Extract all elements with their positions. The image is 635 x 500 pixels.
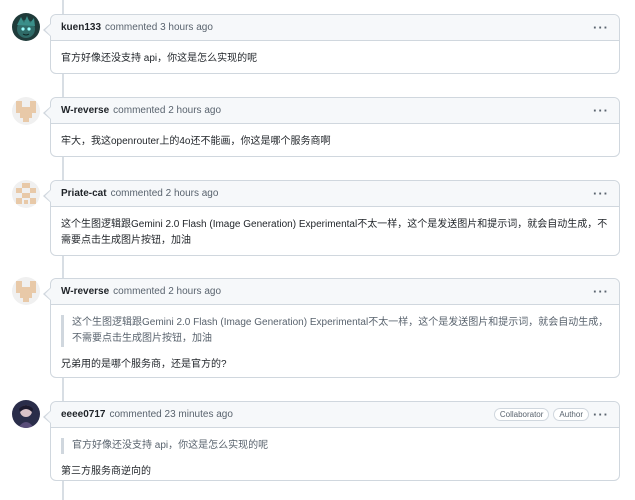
comment-text: 兄弟用的是哪个服务商，还是官方的? — [61, 359, 227, 370]
more-options-icon[interactable]: ··· — [593, 408, 609, 421]
comment-timestamp[interactable]: 2 hours ago — [168, 105, 221, 116]
comment-timestamp[interactable]: 23 minutes ago — [165, 409, 233, 420]
comment-header: kuen133 commented 3 hours ago ··· — [43, 15, 619, 41]
comment: kuen133 commented 3 hours ago ··· 官方好像还没… — [43, 14, 620, 74]
comment-meta: commented 23 minutes ago — [110, 409, 233, 420]
comment-verb: commented — [110, 188, 163, 199]
comment-author[interactable]: W-reverse — [61, 105, 109, 116]
comment-verb: commented — [113, 105, 166, 116]
comment-quote: 这个生图逻辑跟Gemini 2.0 Flash (Image Generatio… — [61, 315, 609, 347]
comment-author[interactable]: W-reverse — [61, 286, 109, 297]
comment: W-reverse commented 2 hours ago ··· 牢大，我… — [43, 97, 620, 157]
avatar[interactable] — [12, 400, 40, 428]
comment: W-reverse commented 2 hours ago ··· 这个生图… — [43, 278, 620, 378]
more-options-icon[interactable]: ··· — [593, 187, 609, 200]
comment-header: eeee0717 commented 23 minutes ago Collab… — [43, 402, 619, 428]
more-options-icon[interactable]: ··· — [593, 21, 609, 34]
comment-body: 这个生图逻辑跟Gemini 2.0 Flash (Image Generatio… — [51, 207, 619, 261]
collaborator-badge: Collaborator — [493, 408, 550, 421]
comment-verb: commented — [113, 286, 166, 297]
comment-header: W-reverse commented 2 hours ago ··· — [43, 279, 619, 305]
comment-header: W-reverse commented 2 hours ago ··· — [43, 98, 619, 124]
comment-body: 官方好像还没支持 api，你这是怎么实现的呢 第三方服务商逆向的 — [51, 428, 619, 492]
avatar[interactable] — [12, 277, 40, 305]
more-options-icon[interactable]: ··· — [593, 285, 609, 298]
identicon-image — [12, 97, 40, 125]
comment-timestamp[interactable]: 2 hours ago — [166, 188, 219, 199]
comment-header: Priate-cat commented 2 hours ago ··· — [43, 181, 619, 207]
comment-verb: commented — [109, 409, 162, 420]
comment-body: 官方好像还没支持 api，你这是怎么实现的呢 — [51, 41, 619, 79]
comment-author[interactable]: Priate-cat — [61, 188, 107, 199]
identicon-image — [12, 180, 40, 208]
comment-timestamp[interactable]: 2 hours ago — [168, 286, 221, 297]
comment-text: 牢大，我这openrouter上的4o还不能画，你这是哪个服务商啊 — [61, 136, 331, 147]
comment-text: 第三方服务商逆向的 — [61, 466, 151, 477]
comment-meta: commented 2 hours ago — [111, 188, 219, 199]
comment: Priate-cat commented 2 hours ago ··· 这个生… — [43, 180, 620, 256]
comment-body: 牢大，我这openrouter上的4o还不能画，你这是哪个服务商啊 — [51, 124, 619, 162]
comment-verb: commented — [105, 22, 158, 33]
comment-author[interactable]: eeee0717 — [61, 409, 106, 420]
comment: eeee0717 commented 23 minutes ago Collab… — [43, 401, 620, 481]
comment-body: 这个生图逻辑跟Gemini 2.0 Flash (Image Generatio… — [51, 305, 619, 385]
comment-text: 这个生图逻辑跟Gemini 2.0 Flash (Image Generatio… — [61, 219, 608, 246]
comment-quote: 官方好像还没支持 api，你这是怎么实现的呢 — [61, 438, 609, 454]
comment-meta: commented 2 hours ago — [113, 105, 221, 116]
comment-meta: commented 3 hours ago — [105, 22, 213, 33]
photo-avatar-image — [12, 400, 40, 428]
comment-text: 官方好像还没支持 api，你这是怎么实现的呢 — [61, 53, 258, 64]
anime-avatar-image — [12, 13, 40, 41]
avatar[interactable] — [12, 97, 40, 125]
comment-timestamp[interactable]: 3 hours ago — [160, 22, 213, 33]
comment-author[interactable]: kuen133 — [61, 22, 101, 33]
more-options-icon[interactable]: ··· — [593, 104, 609, 117]
avatar[interactable] — [12, 180, 40, 208]
identicon-image — [12, 277, 40, 305]
author-badge: Author — [553, 408, 589, 421]
comment-meta: commented 2 hours ago — [113, 286, 221, 297]
avatar[interactable] — [12, 13, 40, 41]
